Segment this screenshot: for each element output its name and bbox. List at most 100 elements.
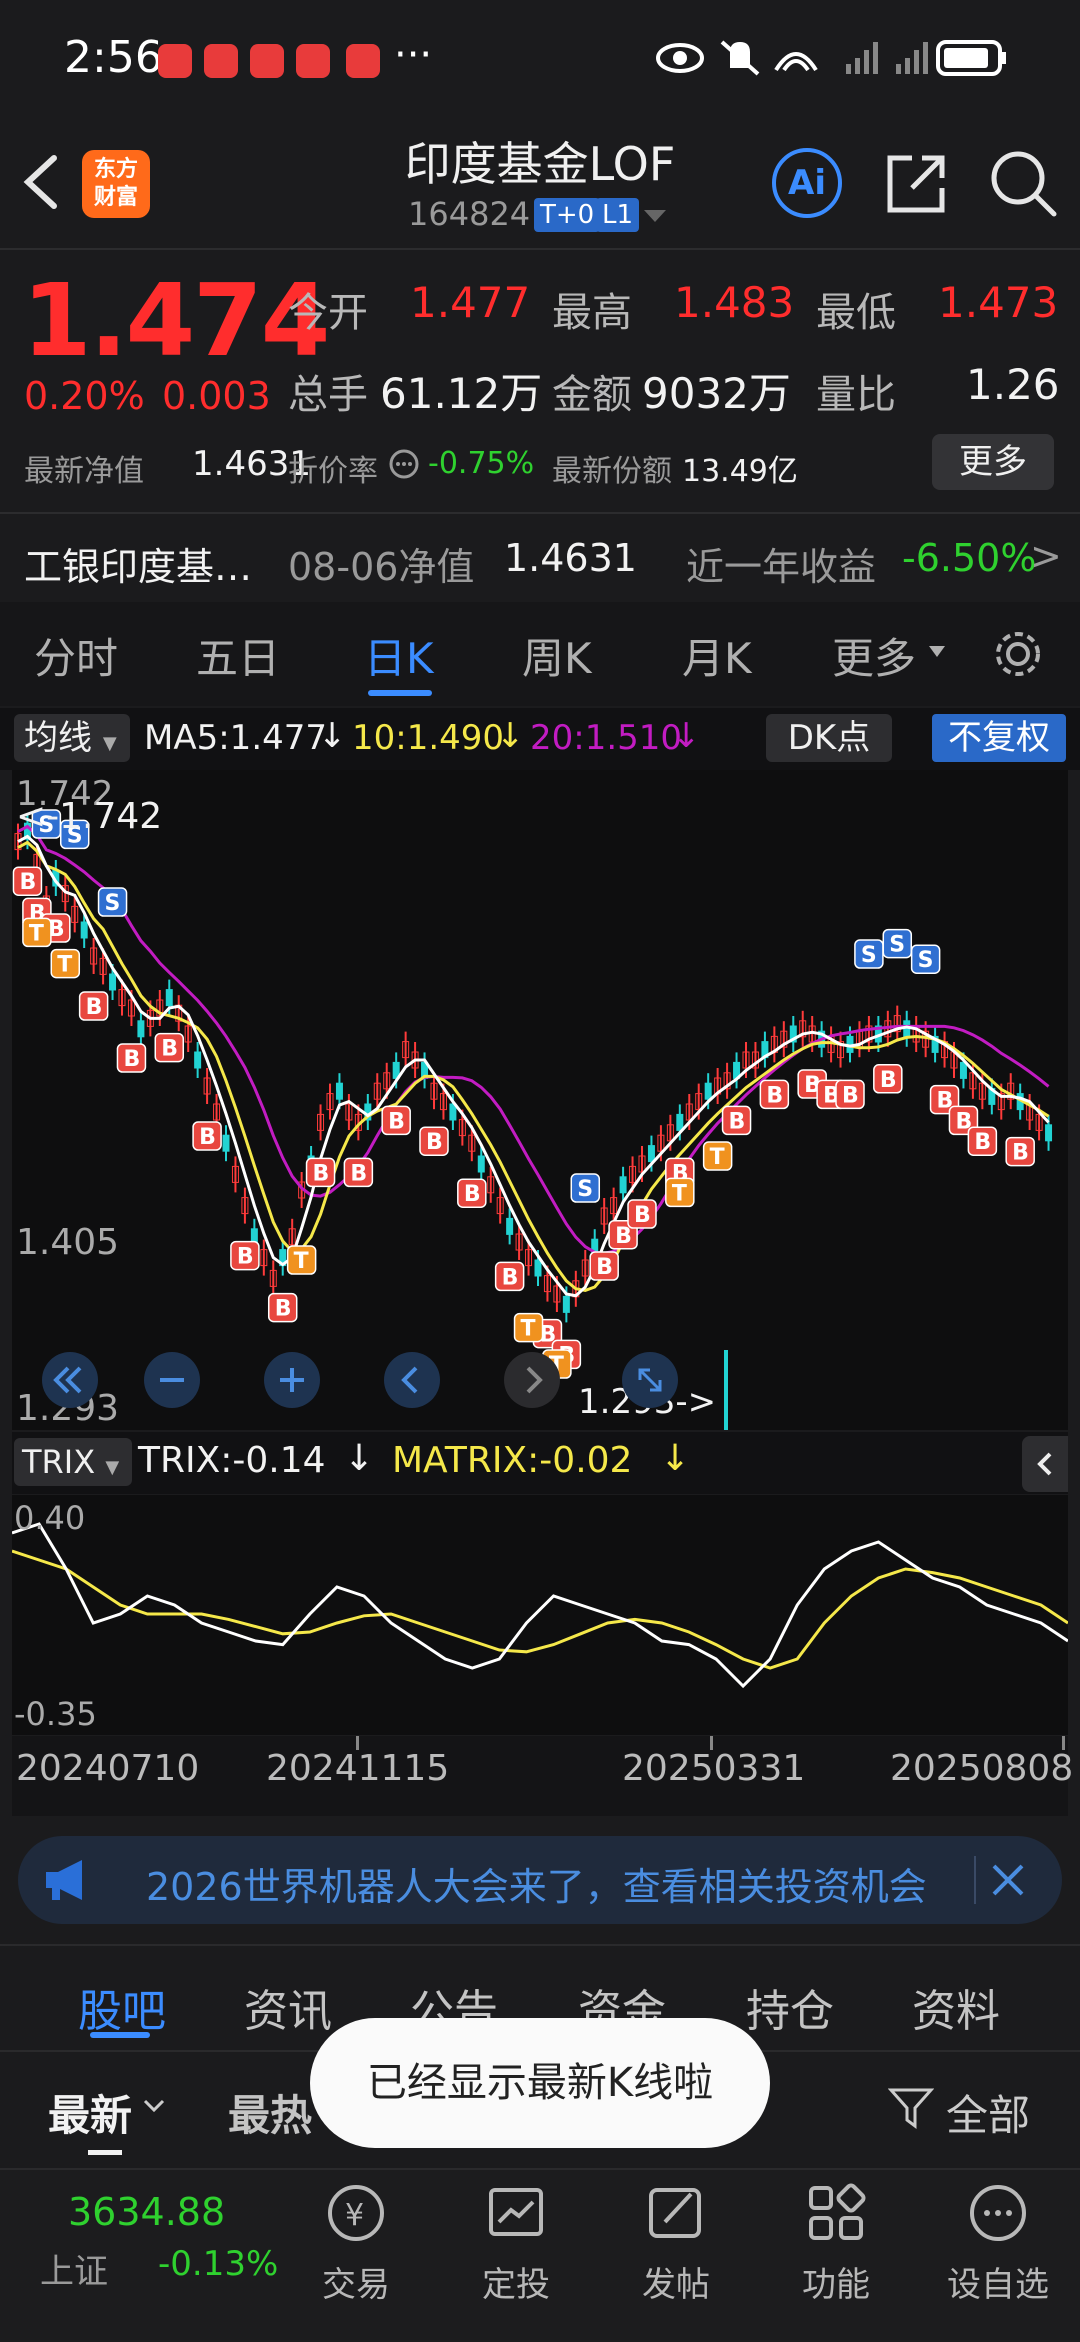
- nav-invest-plan[interactable]: 定投: [446, 2172, 586, 2306]
- promo-banner[interactable]: 2026世界机器人大会来了，查看相关投资机会: [18, 1836, 1062, 1924]
- indicator-selector[interactable]: TRIX ▼: [14, 1438, 132, 1486]
- more-button[interactable]: 更多: [932, 434, 1054, 490]
- tab-five-day[interactable]: 五日: [196, 625, 280, 686]
- dk-point-button[interactable]: DK点: [766, 714, 892, 762]
- more-notifications: ···: [394, 32, 433, 78]
- fullscreen-button[interactable]: [622, 1352, 678, 1408]
- divider: [974, 1856, 976, 1904]
- ma5-value: MA5:1.477: [144, 718, 328, 758]
- toast-message: 已经显示最新K线啦: [310, 2018, 770, 2148]
- signal-marker-letter: S: [105, 891, 121, 916]
- forward-step-button[interactable]: [504, 1352, 560, 1408]
- fund-code[interactable]: 164824: [408, 195, 530, 233]
- search-icon[interactable]: [988, 148, 1058, 218]
- signal-marker-letter: S: [918, 948, 934, 973]
- tab-forum[interactable]: 股吧: [78, 1975, 166, 2039]
- chevron-right-icon: >: [1030, 534, 1062, 578]
- tab-more[interactable]: 更多: [832, 625, 916, 686]
- nav-label: 设自选: [947, 2265, 1049, 2305]
- share-icon[interactable]: [884, 150, 950, 216]
- market-index-widget[interactable]: 3634.88 上证 -0.13%: [0, 2168, 278, 2340]
- discount-label: 折价率: [288, 454, 378, 489]
- nav-trade[interactable]: ¥ 交易: [286, 2172, 426, 2306]
- signal-marker-letter: B: [634, 1203, 651, 1228]
- signal-marker-letter: T: [29, 921, 44, 946]
- tab-intraday[interactable]: 分时: [34, 625, 118, 686]
- signal-marker-letter: B: [350, 1161, 367, 1186]
- amount-label: 金额: [552, 372, 632, 418]
- zoom-out-button[interactable]: [144, 1352, 200, 1408]
- date-axis: 20240710 20241115 20250331 20250808: [12, 1736, 1073, 1816]
- megaphone-icon: [46, 1860, 82, 1900]
- chevron-down-icon[interactable]: [642, 208, 668, 224]
- fund-summary-row[interactable]: 工银印度基… 08-06净值 1.4631 近一年收益 -6.50% >: [0, 514, 1080, 600]
- back-step-button[interactable]: [384, 1352, 440, 1408]
- tab-monthly-k[interactable]: 月K: [682, 625, 752, 686]
- signal-marker-letter: B: [1012, 1141, 1029, 1166]
- filter-icon[interactable]: [888, 2086, 934, 2132]
- signal-marker-letter: B: [313, 1161, 330, 1186]
- sort-hot[interactable]: 最热: [228, 2082, 312, 2143]
- chevron-left-icon: [1037, 1452, 1052, 1476]
- tab-daily-k[interactable]: 日K: [364, 625, 434, 686]
- signal-marker-letter: T: [672, 1181, 687, 1206]
- signal-marker-letter: B: [596, 1255, 613, 1280]
- nav-functions[interactable]: 功能: [766, 2172, 906, 2306]
- nav-post[interactable]: 发帖: [606, 2172, 746, 2306]
- page-title: 印度基金LOF: [404, 137, 676, 191]
- info-icon[interactable]: [388, 448, 420, 480]
- chevron-down-icon: [143, 2099, 165, 2113]
- collapse-panel-button[interactable]: [1022, 1436, 1068, 1492]
- chevron-right-icon: [526, 1366, 543, 1394]
- kline-chart[interactable]: SSSSSSSBBBBBBBBBBBBBBBBBBBBBBBBBBBBBBBTT…: [12, 770, 1068, 1430]
- filter-all[interactable]: 全部: [946, 2082, 1030, 2143]
- rewind-button[interactable]: [42, 1352, 98, 1408]
- fund-nav-label: 08-06净值: [288, 545, 475, 589]
- shares-label: 最新份额: [552, 454, 672, 489]
- tab-weekly-k[interactable]: 周K: [522, 625, 592, 686]
- trix-chart[interactable]: 0.40 -0.35: [12, 1495, 1068, 1735]
- fund-name: 工银印度基…: [24, 545, 253, 589]
- app-notification-icon: [296, 44, 330, 78]
- chevron-left-icon: [401, 1366, 418, 1394]
- date-label: 20241115: [266, 1748, 450, 1789]
- high-marker: <-1.742: [16, 796, 163, 837]
- status-bar: 2:56 ···: [0, 0, 1080, 120]
- candle-body: [477, 1155, 485, 1173]
- tab-holdings[interactable]: 持仓: [746, 1975, 834, 2039]
- signal-marker-letter: T: [710, 1145, 725, 1170]
- sort-latest[interactable]: 最新: [48, 2082, 132, 2143]
- signal-marker-letter: S: [861, 943, 877, 968]
- discount-value: -0.75%: [428, 446, 535, 481]
- nav-label: 功能: [802, 2265, 870, 2305]
- candle-body: [165, 989, 173, 1007]
- candle-body: [506, 1217, 514, 1235]
- app-notification-icon: [204, 44, 238, 78]
- trix-axis-bottom: -0.35: [14, 1695, 97, 1733]
- return-value: -6.50%: [902, 536, 1037, 580]
- close-icon[interactable]: [988, 1860, 1028, 1900]
- ma-selector[interactable]: 均线 ▼: [14, 714, 130, 762]
- tab-profile[interactable]: 资料: [912, 1975, 1000, 2039]
- nav-add-watchlist[interactable]: 设自选: [928, 2172, 1068, 2306]
- adjust-toggle[interactable]: 不复权: [932, 714, 1066, 762]
- signal-marker-letter: B: [842, 1083, 859, 1108]
- signal-marker-letter: B: [729, 1109, 746, 1134]
- status-icons: [656, 40, 1006, 76]
- signal-marker-letter: S: [889, 933, 905, 958]
- settings-icon[interactable]: [990, 626, 1046, 682]
- candle-body: [335, 1082, 343, 1100]
- back-icon[interactable]: [20, 152, 60, 212]
- caret-down-icon: ▼: [102, 733, 117, 754]
- signal-marker-letter: B: [19, 870, 36, 895]
- zoom-in-button[interactable]: [264, 1352, 320, 1408]
- signal-marker-letter: T: [294, 1249, 309, 1274]
- ai-button[interactable]: Ai: [772, 148, 842, 218]
- tab-news[interactable]: 资讯: [244, 1975, 332, 2039]
- ma-selector-label: 均线: [24, 718, 92, 758]
- volume-value: 61.12万: [380, 369, 543, 418]
- level-badge: L1: [596, 198, 640, 232]
- logo-text: 财富: [93, 185, 138, 210]
- edit-icon: [649, 2188, 701, 2238]
- divider: [0, 248, 1080, 250]
